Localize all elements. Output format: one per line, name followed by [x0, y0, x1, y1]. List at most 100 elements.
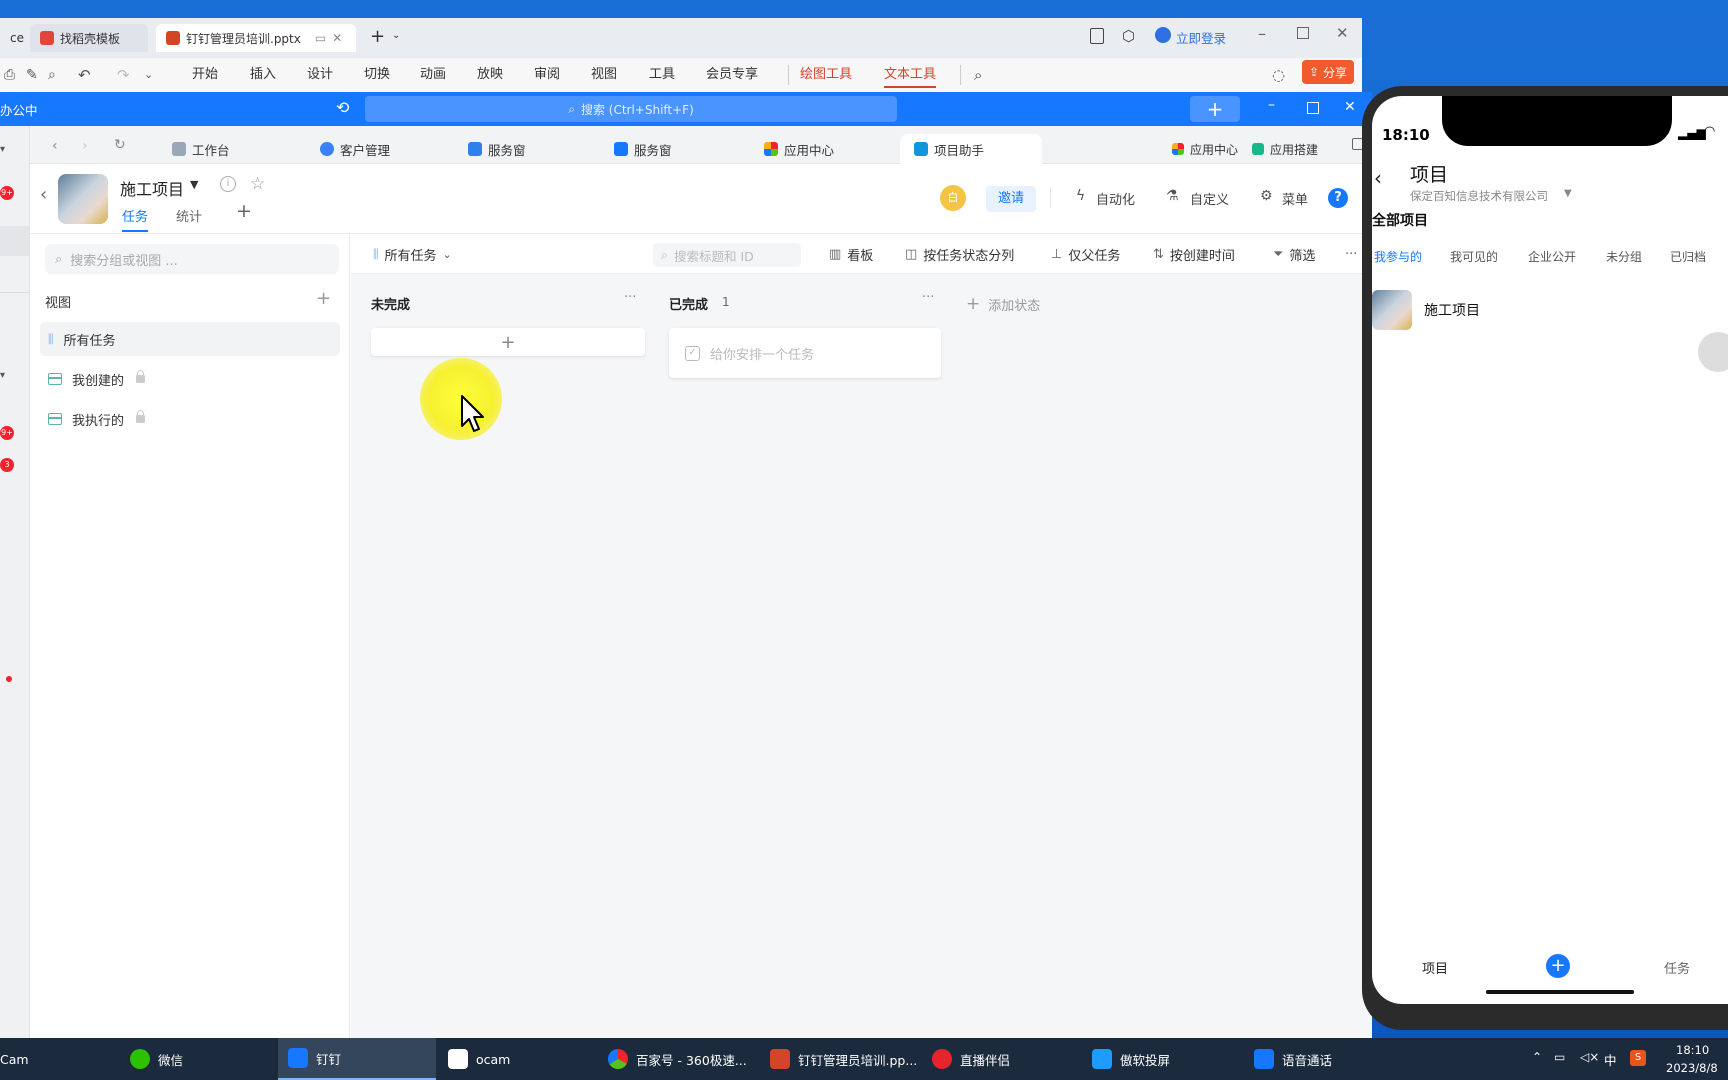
- ribbon-tab-text-tools[interactable]: 文本工具: [884, 62, 937, 88]
- history-icon[interactable]: ⟲: [336, 98, 349, 117]
- save-icon[interactable]: ⎙: [4, 58, 15, 92]
- filter-ungrouped[interactable]: 未分组: [1606, 248, 1642, 265]
- taskbar-browser[interactable]: 百家号 - 360极速...: [598, 1038, 756, 1080]
- view-selector[interactable]: ⫼ 所有任务 ⌄: [373, 234, 452, 274]
- layout-icon[interactable]: [1090, 28, 1104, 44]
- rail-item-active[interactable]: [0, 226, 30, 256]
- close-window-icon[interactable]: ✕: [1344, 99, 1356, 115]
- task-search-input[interactable]: ⌕ 搜索标题和 ID: [653, 243, 801, 267]
- global-search-input[interactable]: ⌕ 搜索 (Ctrl+Shift+F): [365, 96, 897, 122]
- sort-button[interactable]: ⇅ 按创建时间: [1153, 234, 1235, 274]
- filter-visible[interactable]: 我可见的: [1450, 248, 1498, 265]
- login-link[interactable]: 立即登录: [1176, 28, 1226, 47]
- minimize-icon[interactable]: –: [1258, 24, 1266, 43]
- column-more-icon[interactable]: ···: [922, 290, 934, 305]
- tab-workbench[interactable]: 工作台: [172, 134, 230, 164]
- menu-button[interactable]: 菜单: [1282, 189, 1308, 208]
- app-center-link[interactable]: 应用中心: [1172, 134, 1238, 164]
- back-icon[interactable]: ‹: [1374, 166, 1382, 190]
- user-avatar-icon[interactable]: [1155, 27, 1171, 43]
- network-icon[interactable]: ▭: [1554, 1050, 1565, 1064]
- back-icon[interactable]: ‹: [52, 138, 58, 154]
- subtab-tasks[interactable]: 任务: [122, 206, 149, 232]
- ribbon-tab-review[interactable]: 审阅: [534, 58, 560, 92]
- nav-projects[interactable]: 项目: [1422, 958, 1448, 977]
- forward-icon[interactable]: ›: [82, 138, 88, 154]
- ribbon-tab-design[interactable]: 设计: [307, 58, 333, 92]
- column-more-icon[interactable]: ···: [624, 290, 636, 305]
- filter-participating[interactable]: 我参与的: [1374, 248, 1422, 265]
- caret-down-icon[interactable]: ▼: [1564, 188, 1572, 199]
- taskbar-live-companion[interactable]: 直播伴侣: [922, 1038, 1072, 1080]
- ribbon-tab-drawing-tools[interactable]: 绘图工具: [800, 58, 852, 92]
- preview-icon[interactable]: ⌕: [48, 58, 56, 92]
- customize-button[interactable]: 自定义: [1190, 189, 1229, 208]
- clock-time[interactable]: 18:10: [1676, 1043, 1709, 1057]
- new-tab-icon[interactable]: +: [370, 26, 385, 47]
- clock-date[interactable]: 2023/8/8: [1666, 1061, 1718, 1075]
- invite-button[interactable]: 邀请: [986, 186, 1036, 212]
- ribbon-tab-slideshow[interactable]: 放映: [477, 58, 503, 92]
- sogou-icon[interactable]: S: [1630, 1050, 1646, 1066]
- automation-button[interactable]: 自动化: [1096, 189, 1135, 208]
- taskbar-wps[interactable]: 钉钉管理员培训.pp...: [760, 1038, 920, 1080]
- view-assigned-to-me[interactable]: 我执行的: [40, 402, 340, 436]
- add-status-button[interactable]: + 添加状态: [966, 294, 1040, 314]
- company-name[interactable]: 保定百知信息技术有限公司: [1410, 188, 1548, 204]
- info-icon[interactable]: i: [220, 176, 236, 192]
- volume-muted-icon[interactable]: ◁×: [1580, 1050, 1599, 1064]
- wps-tab-pptx[interactable]: 钉钉管理员培训.pptx ▭ ✕: [156, 24, 356, 52]
- ribbon-tab-animation[interactable]: 动画: [420, 58, 446, 92]
- member-avatar[interactable]: 白: [940, 185, 966, 211]
- wps-tab-template[interactable]: 找稻壳模板: [30, 24, 148, 52]
- add-view-icon[interactable]: +: [316, 288, 331, 309]
- chevron-down-icon[interactable]: ⌄: [392, 30, 400, 41]
- tray-expand-icon[interactable]: ⌃: [1532, 1050, 1542, 1064]
- ribbon-tab-transition[interactable]: 切换: [364, 58, 390, 92]
- ribbon-tab-insert[interactable]: 插入: [250, 58, 276, 92]
- project-thumbnail[interactable]: [1372, 290, 1412, 330]
- comment-icon[interactable]: ◌: [1272, 58, 1285, 92]
- refresh-icon[interactable]: ↻: [114, 137, 126, 153]
- taskbar-ocam[interactable]: ocam: [438, 1038, 588, 1080]
- ime-indicator[interactable]: 中: [1604, 1050, 1617, 1069]
- more-icon[interactable]: ···: [1345, 234, 1357, 274]
- nav-tasks[interactable]: 任务: [1664, 958, 1690, 977]
- chevron-down-icon[interactable]: ▾: [0, 370, 5, 381]
- redo-icon[interactable]: ↷: [117, 58, 130, 92]
- phone-project-item[interactable]: 施工项目: [1424, 300, 1480, 320]
- back-icon[interactable]: ‹: [40, 184, 47, 205]
- minimize-icon[interactable]: –: [1268, 97, 1275, 113]
- star-icon[interactable]: ☆: [250, 174, 265, 194]
- maximize-icon[interactable]: [1307, 102, 1319, 114]
- share-button[interactable]: ⇪ 分享: [1302, 60, 1354, 84]
- app-builder-link[interactable]: 应用搭建: [1252, 134, 1318, 164]
- ribbon-tab-tools[interactable]: 工具: [649, 58, 675, 92]
- checked-checkbox-icon[interactable]: ✓: [685, 345, 700, 361]
- add-subtab-icon[interactable]: +: [236, 200, 252, 222]
- maximize-icon[interactable]: [1297, 27, 1309, 39]
- taskbar-voice-call[interactable]: 语音通话: [1244, 1038, 1394, 1080]
- tab-preview-icon[interactable]: ▭: [315, 31, 326, 45]
- taskbar-wechat[interactable]: 微信: [120, 1038, 270, 1080]
- add-icon[interactable]: +: [1546, 954, 1570, 978]
- tab-service-window-2[interactable]: 服务窗: [614, 134, 672, 164]
- create-button[interactable]: +: [1190, 96, 1240, 122]
- tab-app-center[interactable]: 应用中心: [764, 134, 834, 164]
- taskbar-dingtalk[interactable]: 钉钉: [278, 1038, 436, 1080]
- project-title[interactable]: 施工项目: [120, 176, 184, 200]
- taskbar-cam[interactable]: Cam: [0, 1038, 130, 1080]
- view-all-tasks[interactable]: ⫼ 所有任务: [40, 322, 340, 356]
- cube-icon[interactable]: ⬡: [1122, 27, 1135, 45]
- view-created-by-me[interactable]: 我创建的: [40, 362, 340, 396]
- ribbon-tab-view[interactable]: 视图: [591, 58, 617, 92]
- tab-service-window-1[interactable]: 服务窗: [468, 134, 526, 164]
- task-card[interactable]: ✓ 给你安排一个任务: [669, 328, 941, 378]
- floating-button[interactable]: [1698, 332, 1728, 372]
- ribbon-tab-member[interactable]: 会员专享: [706, 58, 758, 92]
- caret-down-icon[interactable]: ▼: [190, 178, 198, 191]
- wps-tab-partial[interactable]: ce: [0, 24, 34, 52]
- tab-project-assistant[interactable]: 项目助手: [900, 134, 1042, 164]
- group-search-input[interactable]: ⌕ 搜索分组或视图 ...: [45, 244, 339, 274]
- ribbon-tab-home[interactable]: 开始: [192, 58, 218, 92]
